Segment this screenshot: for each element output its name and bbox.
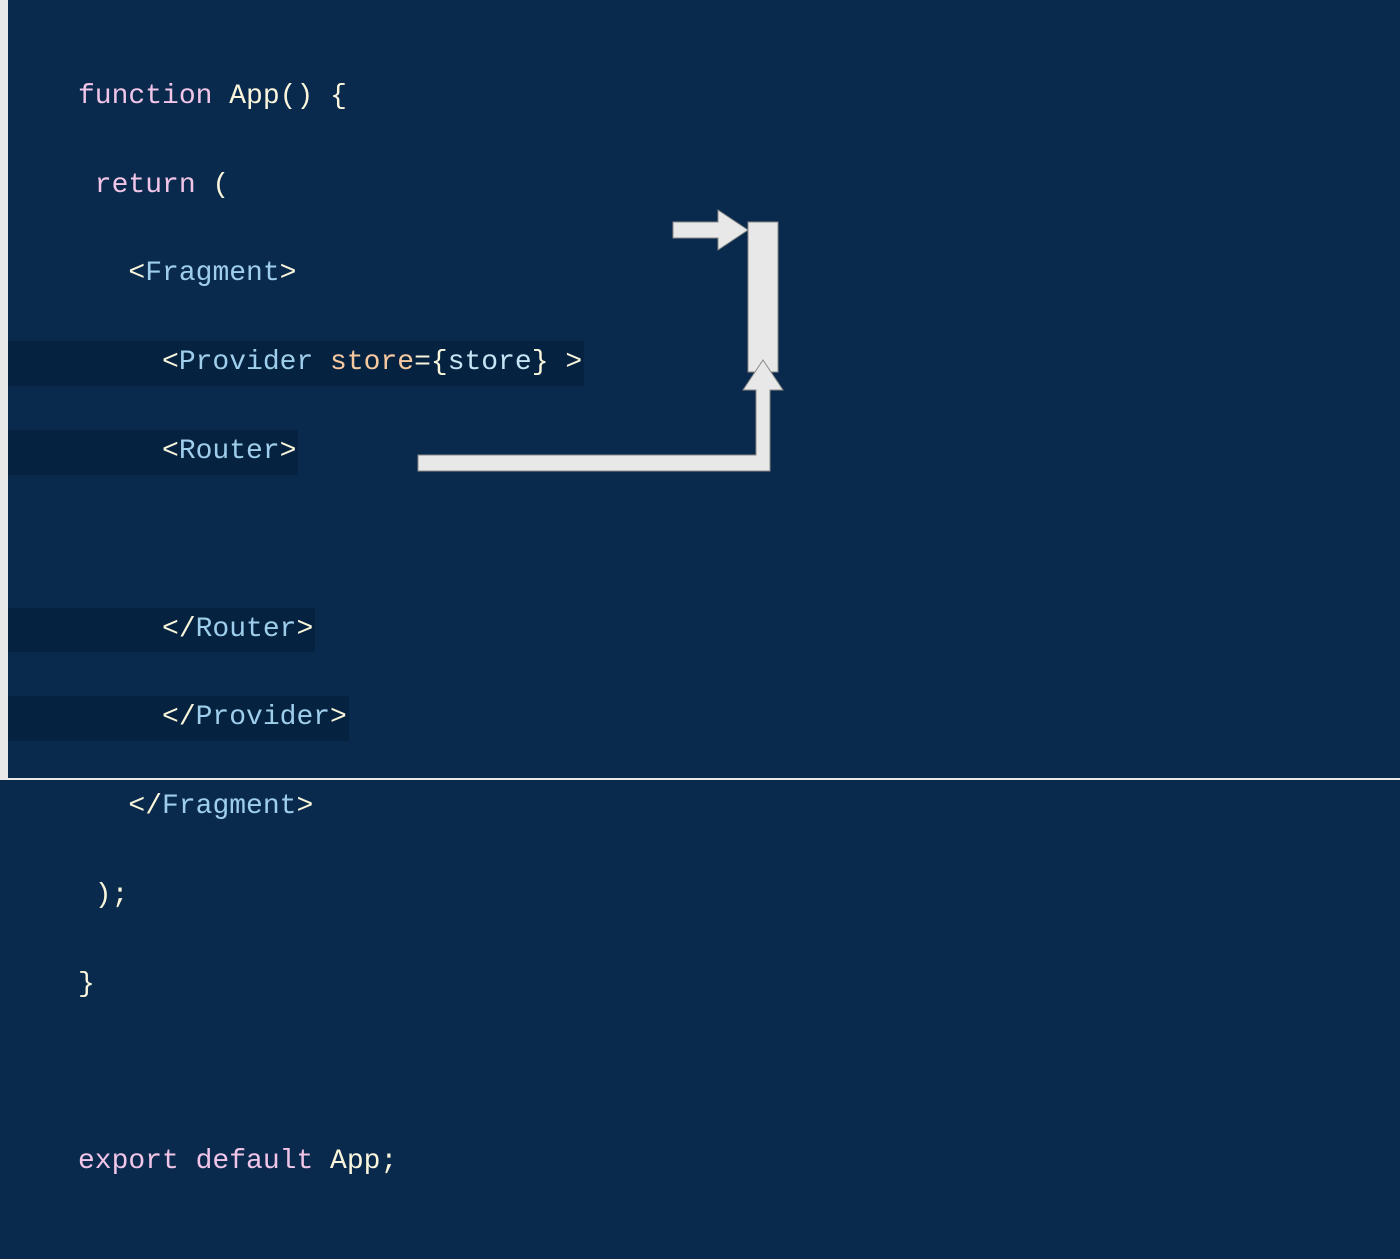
keyword-function: function — [78, 81, 212, 112]
value-store: store — [448, 347, 532, 378]
code-line-9: </Fragment> — [78, 785, 1400, 829]
angle-close: > — [296, 791, 313, 822]
angle-open: </ — [162, 614, 196, 645]
code-line-12-blank — [78, 1052, 1400, 1096]
tag-provider-open: Provider — [179, 347, 313, 378]
angle-close: > — [549, 347, 583, 378]
parentheses: () — [280, 81, 314, 112]
angle-close: > — [280, 436, 297, 467]
angle-open: </ — [128, 791, 162, 822]
keyword-return: return — [78, 170, 196, 201]
tag-provider-close: Provider — [196, 702, 330, 733]
code-line-7: </Router> — [78, 608, 1400, 652]
code-line-8: </Provider> — [78, 696, 1400, 740]
code-line-5: <Router> — [78, 430, 1400, 474]
close-paren-semi: ); — [78, 880, 128, 911]
angle-open: < — [128, 258, 145, 289]
tag-fragment-open: Fragment — [145, 258, 279, 289]
angle-close: > — [280, 258, 297, 289]
code-line-10: ); — [78, 874, 1400, 918]
equals: = — [414, 347, 431, 378]
keyword-export: export — [78, 1146, 179, 1177]
open-brace: { — [313, 81, 347, 112]
code-line-1: function App() { — [78, 75, 1400, 119]
angle-open: < — [162, 436, 179, 467]
brace-open: { — [431, 347, 448, 378]
code-line-4: <Provider store={store} > — [78, 341, 1400, 385]
function-name: App — [212, 81, 279, 112]
close-brace: } — [78, 969, 95, 1000]
keyword-default: default — [179, 1146, 313, 1177]
brace-close: } — [532, 347, 549, 378]
attr-store: store — [313, 347, 414, 378]
code-line-6-blank — [78, 519, 1400, 563]
code-line-2: return ( — [78, 164, 1400, 208]
tag-router-close: Router — [196, 614, 297, 645]
angle-close: > — [296, 614, 313, 645]
code-line-3: <Fragment> — [78, 252, 1400, 296]
export-name: App — [313, 1146, 380, 1177]
code-line-13: export default App; — [78, 1140, 1400, 1184]
tag-router-open: Router — [179, 436, 280, 467]
angle-close: > — [330, 702, 347, 733]
angle-open: < — [162, 347, 179, 378]
code-line-11: } — [78, 963, 1400, 1007]
angle-open: </ — [162, 702, 196, 733]
tag-fragment-close: Fragment — [162, 791, 296, 822]
open-paren: ( — [196, 170, 230, 201]
semicolon: ; — [380, 1146, 397, 1177]
code-block: function App() { return ( <Fragment> <Pr… — [8, 0, 1400, 1259]
